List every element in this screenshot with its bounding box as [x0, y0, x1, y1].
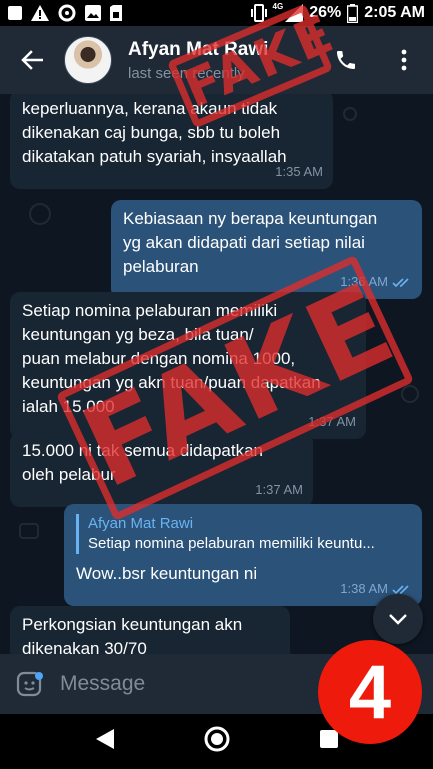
- message-text-line: Kebiasaan ny berapa keuntungan: [123, 209, 378, 228]
- network-type-label: 4G: [272, 2, 284, 11]
- more-options-button[interactable]: [375, 26, 433, 94]
- avatar[interactable]: [64, 36, 112, 84]
- sim-icon: [110, 5, 122, 21]
- nav-back-button[interactable]: [94, 727, 116, 756]
- message-time: 1:37 AM: [255, 482, 303, 497]
- message-time: 1:38 AM: [340, 581, 388, 596]
- message-text-line: yg akan didapati dari setiap nilai: [123, 233, 365, 252]
- nav-home-button[interactable]: [203, 725, 231, 758]
- message-time: 1:35 AM: [275, 164, 323, 179]
- image-icon: [85, 5, 101, 21]
- reply-quote[interactable]: Afyan Mat Rawi Setiap nomina pelaburan m…: [76, 514, 410, 554]
- message-text-line: keperluannya, kerana akaun tidak: [22, 99, 278, 118]
- sticker-button[interactable]: [0, 654, 60, 714]
- message-bubble[interactable]: Kebiasaan ny berapa keuntungan yg akan d…: [111, 200, 422, 299]
- reply-author: Afyan Mat Rawi: [88, 515, 194, 532]
- kebab-menu-icon: [401, 49, 407, 71]
- message-text-line: dikenakan 30/70: [22, 639, 147, 654]
- message-bubble[interactable]: keperluannya, kerana akaun tidak dikenak…: [10, 94, 333, 189]
- message-text-line: Perkongsian keuntungan akn: [22, 615, 243, 634]
- status-bar: 4G 26% 2:05 AM: [0, 0, 433, 26]
- nav-recents-button[interactable]: [319, 729, 339, 754]
- double-check-icon: [392, 277, 409, 287]
- back-arrow-icon: [21, 50, 43, 70]
- triangle-back-icon: [95, 729, 114, 749]
- scroll-to-bottom-button[interactable]: [373, 594, 423, 644]
- sync-icon: [58, 4, 76, 22]
- back-button[interactable]: [0, 26, 64, 94]
- notification-square-icon: [8, 6, 22, 20]
- message-bubble[interactable]: Perkongsian keuntungan akn dikenakan 30/…: [10, 606, 290, 654]
- battery-icon: [347, 3, 359, 23]
- message-input[interactable]: Message: [60, 672, 145, 696]
- sticker-icon: [16, 671, 43, 697]
- reply-snippet: Setiap nomina pelaburan memiliki keuntu.…: [88, 535, 375, 552]
- clock: 2:05 AM: [364, 4, 425, 21]
- vibrate-icon: [250, 4, 267, 22]
- chevron-down-icon: [389, 614, 407, 625]
- home-circle-icon: [204, 726, 230, 752]
- double-check-icon: [392, 584, 409, 594]
- message-text-line: dikenakan caj bunga, sbb tu boleh: [22, 123, 281, 142]
- step-number-badge: 4: [318, 640, 422, 744]
- warning-icon: [31, 5, 49, 21]
